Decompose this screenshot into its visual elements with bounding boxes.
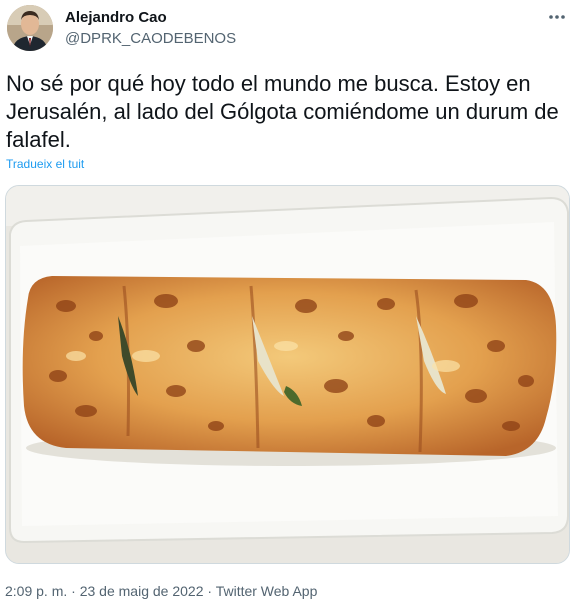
author-display-name[interactable]: Alejandro Cao [65,9,167,26]
photo-durum-falafel-icon [6,186,569,563]
tweet-source: Twitter Web App [215,583,318,599]
tweet-text: No sé por qué hoy todo el mundo me busca… [6,71,559,152]
tweet-date[interactable]: 23 de maig de 2022 [80,583,204,599]
tweet-timestamp-line: 2:09 p. m. · 23 de maig de 2022 · Twitte… [5,583,317,599]
tweet-time[interactable]: 2:09 p. m. [5,583,67,599]
person-avatar-icon [7,5,53,51]
more-options-icon [549,15,565,19]
tweet-photo[interactable] [5,185,570,564]
translate-tweet-link[interactable]: Tradueix el tuit [6,157,84,171]
avatar[interactable] [7,5,53,51]
tweet-card: Alejandro Cao @DPRK_CAODEBENOS No sé por… [0,0,576,602]
author-handle[interactable]: @DPRK_CAODEBENOS [65,30,236,47]
separator-dot: · [207,583,213,599]
more-options-button[interactable] [544,6,570,28]
separator-dot: · [71,583,76,599]
